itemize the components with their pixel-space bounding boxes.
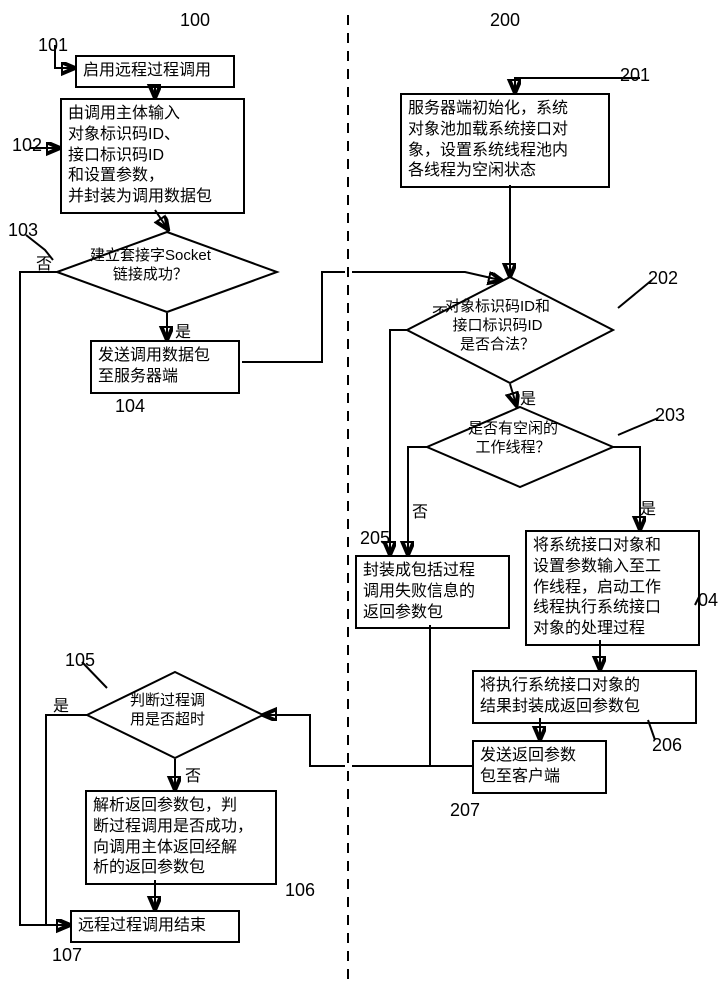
- diamond-105-text: 判断过程调 用是否超时: [130, 692, 205, 730]
- edge-no-203: 否: [412, 498, 428, 522]
- box-104: 发送调用数据包 至服务器端: [90, 340, 240, 394]
- label-202: 202: [648, 268, 678, 289]
- box-204: 将系统接口对象和 设置参数输入至工 作线程，启动工作 线程执行系统接口 对象的处…: [525, 530, 700, 646]
- box-207: 发送返回参数 包至客户端: [472, 740, 607, 794]
- section-label-200: 200: [490, 10, 520, 31]
- label-206: 206: [652, 735, 682, 756]
- label-106: 106: [285, 880, 315, 901]
- diamond-203-text: 是否有空闲的 工作线程？: [468, 420, 558, 458]
- box-205: 封装成包括过程 调用失败信息的 返回参数包: [355, 555, 510, 629]
- edge-no-103: 否: [36, 250, 52, 274]
- box-101: 启用远程过程调用: [75, 55, 235, 88]
- box-201: 服务器端初始化，系统 对象池加载系统接口对 象，设置系统线程池内 各线程为空闲状…: [400, 93, 610, 188]
- label-203: 203: [655, 405, 685, 426]
- diamond-202-text: 对象标识码ID和 接口标识码ID 是否合法？: [445, 298, 550, 354]
- edge-yes-105: 是: [53, 692, 69, 716]
- edge-yes-103: 是: [175, 318, 191, 342]
- flowchart-diagram: 100 200 101 启用远程过程调用 102 由调用主体输入 对象标识码ID…: [0, 0, 719, 1000]
- label-105: 105: [65, 650, 95, 671]
- box-106: 解析返回参数包，判 断过程调用是否成功， 向调用主体返回经解 析的返回参数包: [85, 790, 277, 885]
- box-107: 远程过程调用结束: [70, 910, 240, 943]
- edge-yes-203: 是: [640, 495, 656, 519]
- box-102: 由调用主体输入 对象标识码ID、 接口标识码ID 和设置参数， 并封装为调用数据…: [60, 98, 245, 214]
- label-101: 101: [38, 35, 68, 56]
- label-103: 103: [8, 220, 38, 241]
- section-label-100: 100: [180, 10, 210, 31]
- label-207: 207: [450, 800, 480, 821]
- label-205: 205: [360, 528, 390, 549]
- edge-no-105: 否: [185, 762, 201, 786]
- label-102: 102: [12, 135, 42, 156]
- label-201: 201: [620, 65, 650, 86]
- label-104: 104: [115, 396, 145, 417]
- diamond-103-text: 建立套接字Socket 链接成功？: [90, 247, 211, 285]
- label-107: 107: [52, 945, 82, 966]
- box-206: 将执行系统接口对象的 结果封装成返回参数包: [472, 670, 697, 724]
